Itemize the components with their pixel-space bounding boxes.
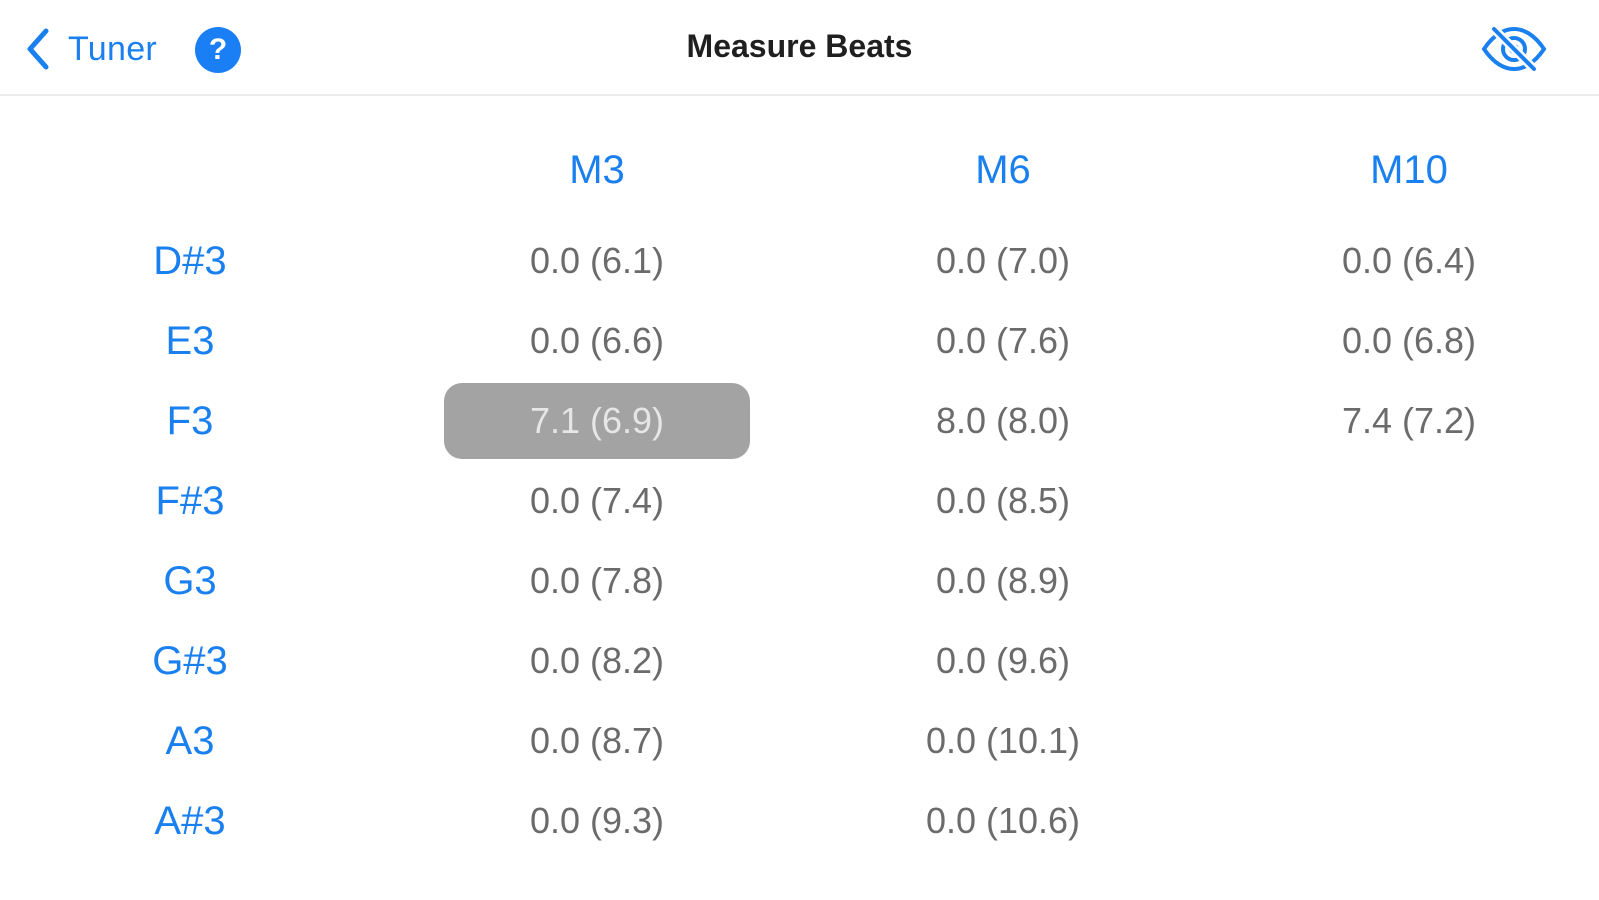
beat-cell[interactable]: 0.0 (10.1) — [853, 711, 1153, 771]
eye-slash-icon[interactable] — [1480, 25, 1548, 73]
column-header-m3: M3 — [569, 148, 625, 192]
page-title: Measure Beats — [686, 28, 913, 64]
table-row: F3 7.1 (6.9) 8.0 (8.0) 7.4 (7.2) — [0, 383, 1599, 471]
row-note-label[interactable]: G#3 — [90, 631, 290, 691]
row-note-label[interactable]: A3 — [90, 711, 290, 771]
table-row: G3 0.0 (7.8) 0.0 (8.9) — [0, 551, 1599, 631]
row-note-label[interactable]: A#3 — [90, 791, 290, 851]
table-row: D#3 0.0 (6.1) 0.0 (7.0) 0.0 (6.4) — [0, 231, 1599, 311]
beat-cell[interactable]: 0.0 (6.8) — [1259, 311, 1559, 371]
column-header-m6: M6 — [975, 148, 1031, 192]
beat-cell[interactable]: 0.0 (7.6) — [853, 311, 1153, 371]
row-note-label[interactable]: G3 — [90, 551, 290, 611]
row-note-label[interactable]: F3 — [90, 391, 290, 451]
beat-cell[interactable]: 0.0 (8.5) — [853, 471, 1153, 531]
beat-cell[interactable]: 0.0 (7.8) — [447, 551, 747, 611]
beat-cell[interactable]: 0.0 (6.1) — [447, 231, 747, 291]
table-row: A3 0.0 (8.7) 0.0 (10.1) — [0, 711, 1599, 791]
beat-cell[interactable]: 0.0 (6.6) — [447, 311, 747, 371]
beat-cell[interactable]: 0.0 (8.7) — [447, 711, 747, 771]
beat-cell[interactable]: 8.0 (8.0) — [853, 391, 1153, 451]
column-header-m10: M10 — [1370, 148, 1448, 192]
beat-cell[interactable]: 0.0 (9.3) — [447, 791, 747, 851]
row-note-label[interactable]: E3 — [90, 311, 290, 371]
beat-cell[interactable]: 0.0 (9.6) — [853, 631, 1153, 691]
beat-cell[interactable]: 0.0 (8.9) — [853, 551, 1153, 611]
beat-cell[interactable]: 7.4 (7.2) — [1259, 391, 1559, 451]
table-row: E3 0.0 (6.6) 0.0 (7.6) 0.0 (6.8) — [0, 311, 1599, 391]
beat-cell[interactable]: 0.0 (7.4) — [447, 471, 747, 531]
table-row: F#3 0.0 (7.4) 0.0 (8.5) — [0, 471, 1599, 551]
beat-cell[interactable]: 0.0 (7.0) — [853, 231, 1153, 291]
row-note-label[interactable]: F#3 — [90, 471, 290, 531]
table-row: A#3 0.0 (9.3) 0.0 (10.6) — [0, 791, 1599, 871]
row-note-label[interactable]: D#3 — [90, 231, 290, 291]
beat-cell[interactable]: 0.0 (10.6) — [853, 791, 1153, 851]
beat-cell[interactable]: 7.1 (6.9) — [444, 383, 750, 459]
beat-cell[interactable]: 0.0 (6.4) — [1259, 231, 1559, 291]
table-row: G#3 0.0 (8.2) 0.0 (9.6) — [0, 631, 1599, 711]
beat-cell[interactable]: 0.0 (8.2) — [447, 631, 747, 691]
navigation-bar: Tuner ? Measure Beats — [0, 0, 1599, 96]
